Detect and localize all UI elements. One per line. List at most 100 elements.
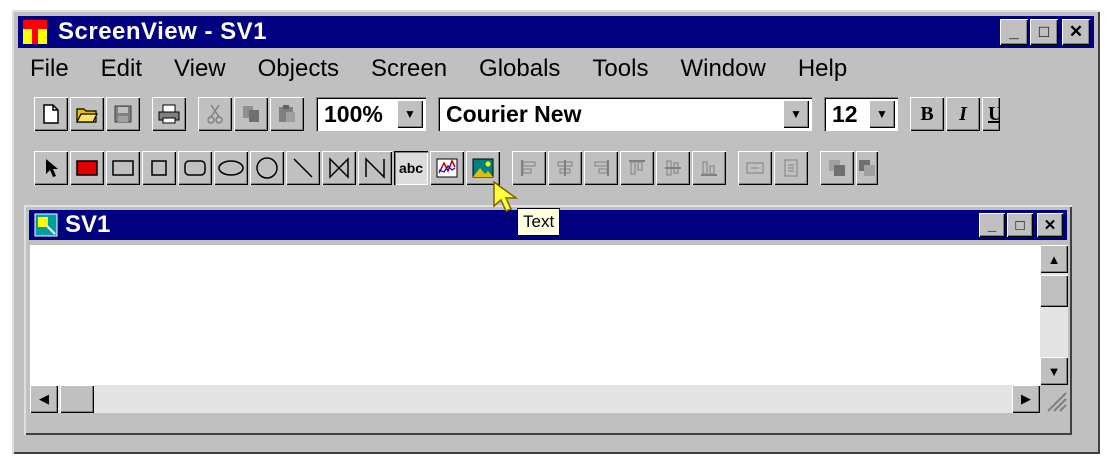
to-front-icon — [829, 160, 845, 176]
arrow-down-icon: ▼ — [1047, 363, 1061, 379]
rect-tool[interactable] — [106, 151, 140, 185]
circle-tool[interactable] — [250, 151, 284, 185]
menu-globals[interactable]: Globals — [479, 55, 560, 83]
menu-bar: File Edit View Objects Screen Globals To… — [18, 52, 867, 86]
new-button[interactable] — [34, 97, 68, 131]
app-icon[interactable] — [22, 19, 48, 45]
space-vertical-button[interactable] — [774, 151, 808, 185]
window-title: ScreenView - SV1 — [58, 18, 267, 45]
line-icon — [293, 158, 313, 178]
bowtie-tool[interactable] — [322, 151, 356, 185]
font-size-combo[interactable]: 12 ▼ — [824, 97, 898, 131]
child-maximize-button[interactable]: □ — [1007, 213, 1033, 237]
child-window: SV1 _ □ ✕ ▲ ▼ ◀ ▶ — [24, 205, 1072, 435]
trend-tool[interactable] — [430, 151, 464, 185]
tooltip: Text — [517, 208, 561, 236]
chevron-down-icon[interactable]: ▼ — [397, 100, 423, 128]
close-icon: ✕ — [1043, 217, 1057, 234]
resize-grip[interactable] — [1040, 385, 1068, 413]
scroll-up-button[interactable]: ▲ — [1040, 245, 1068, 273]
maximize-icon: □ — [1038, 22, 1050, 41]
menu-screen[interactable]: Screen — [371, 55, 447, 83]
cut-button[interactable] — [198, 97, 232, 131]
close-icon: ✕ — [1068, 22, 1084, 41]
square-tool[interactable] — [142, 151, 176, 185]
square-icon — [151, 160, 167, 176]
screen-canvas[interactable] — [30, 245, 1040, 385]
polyline-tool[interactable] — [358, 151, 392, 185]
align-middle-icon — [665, 160, 681, 176]
menu-objects[interactable]: Objects — [258, 55, 339, 83]
print-icon — [158, 104, 180, 124]
menu-file[interactable]: File — [30, 55, 69, 83]
space-horizontal-icon — [746, 162, 764, 174]
close-button[interactable]: ✕ — [1062, 19, 1090, 45]
maximize-button[interactable]: □ — [1030, 19, 1058, 45]
screen-doc-icon[interactable] — [33, 212, 59, 238]
line-tool[interactable] — [286, 151, 320, 185]
scroll-down-button[interactable]: ▼ — [1040, 357, 1068, 385]
arrow-left-icon: ◀ — [39, 391, 49, 406]
chevron-down-icon[interactable]: ▼ — [869, 100, 895, 128]
paste-button[interactable] — [270, 97, 304, 131]
child-close-button[interactable]: ✕ — [1037, 213, 1063, 237]
zoom-combo[interactable]: 100% ▼ — [316, 97, 426, 131]
scroll-left-button[interactable]: ◀ — [30, 385, 58, 413]
chevron-down-icon[interactable]: ▼ — [783, 100, 809, 128]
trend-icon — [436, 158, 458, 178]
align-right-icon — [594, 160, 609, 176]
arrow-right-icon: ▶ — [1021, 391, 1031, 406]
align-top-icon — [629, 160, 645, 175]
maximize-icon: □ — [1015, 216, 1025, 234]
print-button[interactable] — [152, 97, 186, 131]
menu-tools[interactable]: Tools — [592, 55, 648, 83]
open-folder-icon — [76, 108, 98, 123]
horizontal-scrollbar[interactable]: ◀ ▶ — [30, 385, 1040, 413]
tooltip-text: Text — [523, 212, 555, 231]
resize-grip-icon — [1047, 392, 1067, 412]
arrow-up-icon: ▲ — [1047, 251, 1061, 267]
italic-button[interactable]: I — [946, 97, 980, 131]
bitmap-icon — [472, 158, 494, 178]
pointer-icon — [46, 159, 58, 177]
drawing-toolbar: abc — [18, 146, 880, 190]
menu-edit[interactable]: Edit — [101, 55, 142, 83]
underline-icon: U — [988, 102, 1000, 125]
copy-button[interactable] — [234, 97, 268, 131]
filled-rect-tool[interactable] — [70, 151, 104, 185]
minimize-button[interactable]: _ — [1000, 19, 1028, 45]
text-tool[interactable]: abc — [394, 151, 428, 185]
align-center-button[interactable] — [548, 151, 582, 185]
align-left-icon — [521, 160, 536, 176]
horizontal-scroll-thumb[interactable] — [60, 385, 94, 413]
space-vertical-icon — [784, 159, 798, 177]
vertical-scrollbar[interactable]: ▲ ▼ — [1040, 245, 1068, 385]
font-value: Courier New — [446, 100, 582, 127]
scroll-right-button[interactable]: ▶ — [1012, 385, 1040, 413]
align-top-button[interactable] — [620, 151, 654, 185]
select-tool[interactable] — [34, 151, 68, 185]
menu-view[interactable]: View — [174, 55, 226, 83]
bold-button[interactable]: B — [910, 97, 944, 131]
ellipse-tool[interactable] — [214, 151, 248, 185]
open-button[interactable] — [70, 97, 104, 131]
rect-icon — [112, 160, 134, 176]
menu-window[interactable]: Window — [680, 55, 765, 83]
vertical-scroll-thumb[interactable] — [1040, 275, 1068, 307]
menu-help[interactable]: Help — [798, 55, 847, 83]
to-front-button[interactable] — [820, 151, 854, 185]
zoom-value: 100% — [324, 100, 383, 127]
rounded-rect-tool[interactable] — [178, 151, 212, 185]
space-horizontal-button[interactable] — [738, 151, 772, 185]
to-back-button[interactable] — [856, 151, 878, 185]
align-bottom-button[interactable] — [692, 151, 726, 185]
minimize-icon: _ — [987, 216, 997, 234]
child-minimize-button[interactable]: _ — [979, 213, 1005, 237]
underline-button[interactable]: U — [982, 97, 1000, 131]
text-tool-icon: abc — [398, 160, 424, 176]
align-right-button[interactable] — [584, 151, 618, 185]
font-combo[interactable]: Courier New ▼ — [438, 97, 812, 131]
title-bar[interactable]: ScreenView - SV1 _ □ ✕ — [18, 16, 1094, 48]
save-button[interactable] — [106, 97, 140, 131]
align-middle-button[interactable] — [656, 151, 690, 185]
